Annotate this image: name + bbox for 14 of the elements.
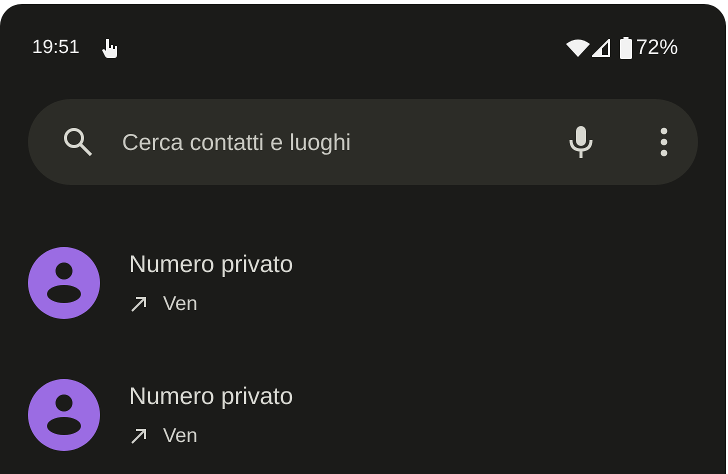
- caller-name: Numero privato: [129, 250, 294, 278]
- wifi-icon: [566, 39, 590, 57]
- clock-time: 19:51: [32, 37, 80, 59]
- hand-icon: [100, 37, 118, 59]
- search-field[interactable]: Cerca contatti e luoghi: [120, 128, 568, 156]
- call-day: Ven: [163, 292, 198, 316]
- battery-percentage: 72%: [636, 36, 678, 60]
- microphone-icon[interactable]: [568, 124, 594, 160]
- more-options-icon[interactable]: [660, 127, 668, 157]
- signal-icon: [592, 39, 610, 57]
- call-day: Ven: [163, 424, 198, 448]
- caller-name: Numero privato: [129, 382, 294, 410]
- battery-icon: [620, 37, 632, 59]
- search-icon: [62, 126, 94, 158]
